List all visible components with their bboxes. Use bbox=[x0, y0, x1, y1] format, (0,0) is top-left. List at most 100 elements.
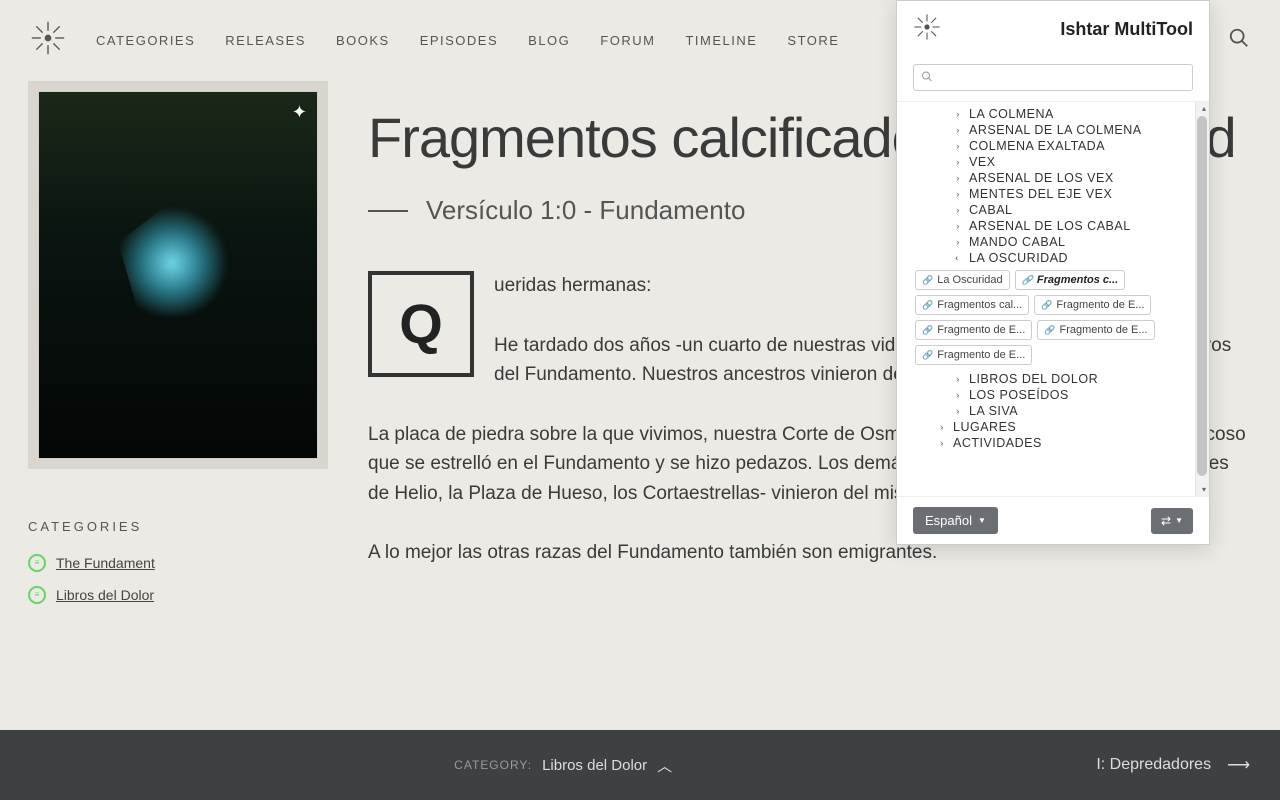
tree-item-label: LA OSCURIDAD bbox=[969, 251, 1068, 265]
chip-item[interactable]: 🔗Fragmento de E... bbox=[1034, 295, 1151, 315]
tree-item-label: LIBROS DEL DOLOR bbox=[969, 372, 1098, 386]
extension-panel: Ishtar MultiTool ▴ ▾ ›LA COLMENA›ARSENAL… bbox=[896, 0, 1210, 545]
nav-episodes[interactable]: EPISODES bbox=[420, 33, 498, 48]
chevron-right-icon: › bbox=[953, 125, 963, 135]
tree-item[interactable]: › VEX bbox=[897, 154, 1209, 170]
category-item-libros[interactable]: ≡ Libros del Dolor bbox=[28, 586, 328, 604]
link-icon: 🔗 bbox=[922, 300, 933, 311]
tree-item[interactable]: ›ARSENAL DE LOS VEX bbox=[897, 170, 1209, 186]
tree-item-label: VEX bbox=[969, 155, 996, 169]
subtitle: Versículo 1:0 - Fundamento bbox=[426, 195, 745, 226]
category-item-fundament[interactable]: ≡ The Fundament bbox=[28, 554, 328, 572]
category-icon: ≡ bbox=[28, 586, 46, 604]
tree-item-label: ARSENAL DE LA COLMENA bbox=[969, 123, 1142, 137]
tree-item[interactable]: ›ACTIVIDADES bbox=[897, 435, 1209, 451]
category-list: ≡ The Fundament ≡ Libros del Dolor bbox=[28, 554, 328, 604]
chevron-right-icon: › bbox=[953, 157, 963, 167]
chevron-down-icon: ⌄ bbox=[953, 253, 964, 263]
tree-item-label: LOS POSEÍDOS bbox=[969, 388, 1069, 402]
tree-item-label: MENTES DEL EJE VEX bbox=[969, 187, 1112, 201]
link-icon: 🔗 bbox=[1044, 325, 1055, 336]
nav-forum[interactable]: FORUM bbox=[600, 33, 655, 48]
ext-header: Ishtar MultiTool bbox=[897, 1, 1209, 58]
category-label: Libros del Dolor bbox=[56, 587, 154, 603]
chevron-right-icon: › bbox=[953, 406, 963, 416]
chip-item[interactable]: 🔗 Fragmentos cal... bbox=[915, 295, 1029, 315]
dropcap: Q bbox=[368, 271, 474, 377]
tree-item-label: CABAL bbox=[969, 203, 1013, 217]
tree-item[interactable]: › LIBROS DEL DOLOR bbox=[897, 371, 1209, 387]
category-value: Libros del Dolor bbox=[542, 757, 647, 774]
ext-tree[interactable]: ▴ ▾ ›LA COLMENA›ARSENAL DE LA COLMENA›CO… bbox=[897, 101, 1209, 496]
chip-item[interactable]: 🔗La Oscuridad bbox=[915, 270, 1010, 290]
tree-item[interactable]: › CABAL bbox=[897, 202, 1209, 218]
chevron-right-icon: › bbox=[953, 390, 963, 400]
chevron-right-icon: › bbox=[953, 141, 963, 151]
ext-footer: Español ▼ ⇄ ▼ bbox=[897, 496, 1209, 544]
next-label: I: Depredadores bbox=[1096, 756, 1211, 774]
subtitle-dash-icon bbox=[368, 210, 408, 212]
nav-store[interactable]: STORE bbox=[787, 33, 839, 48]
nav-blog[interactable]: BLOG bbox=[528, 33, 570, 48]
scroll-arrow-up-icon[interactable]: ▴ bbox=[1202, 104, 1206, 113]
scrollbar-track[interactable]: ▴ ▾ bbox=[1195, 102, 1209, 496]
chip-label: Fragmento de E... bbox=[1059, 324, 1147, 336]
tree-item[interactable]: › LOS POSEÍDOS bbox=[897, 387, 1209, 403]
tree-item[interactable]: › ARSENAL DE LA COLMENA bbox=[897, 122, 1209, 138]
link-icon: 🔗 bbox=[922, 275, 933, 286]
ext-logo-icon bbox=[913, 13, 941, 46]
chip-item[interactable]: 🔗 Fragmento de E... bbox=[915, 345, 1032, 365]
ext-title: Ishtar MultiTool bbox=[1060, 19, 1193, 40]
scrollbar-thumb[interactable] bbox=[1197, 116, 1207, 476]
bottom-category[interactable]: CATEGORY: Libros del Dolor ︿ bbox=[454, 755, 672, 776]
link-icon: 🔗 bbox=[922, 350, 933, 361]
bottom-bar: CATEGORY: Libros del Dolor ︿ I: Depredad… bbox=[0, 730, 1280, 800]
chevron-right-icon: › bbox=[953, 173, 963, 183]
nav-releases[interactable]: RELEASES bbox=[225, 33, 306, 48]
chevron-right-icon: › bbox=[953, 109, 963, 119]
chevron-right-icon: › bbox=[937, 422, 947, 432]
translate-button[interactable]: ⇄ ▼ bbox=[1151, 508, 1193, 534]
tree-item-label: MANDO CABAL bbox=[969, 235, 1066, 249]
ext-search bbox=[913, 64, 1193, 91]
tree-item[interactable]: › LA SIVA bbox=[897, 403, 1209, 419]
language-label: Español bbox=[925, 513, 972, 528]
language-button[interactable]: Español ▼ bbox=[913, 507, 998, 534]
ext-search-input[interactable] bbox=[913, 64, 1193, 91]
tree-item[interactable]: › MANDO CABAL bbox=[897, 234, 1209, 250]
chevron-right-icon: › bbox=[953, 374, 963, 384]
nav-categories[interactable]: CATEGORIES bbox=[96, 33, 195, 48]
chevron-right-icon: › bbox=[953, 205, 963, 215]
chip-item[interactable]: 🔗Fragmento de E... bbox=[915, 320, 1032, 340]
chip-label: Fragmento de E... bbox=[1056, 299, 1144, 311]
chip-label: Fragmentos cal... bbox=[937, 299, 1022, 311]
tree-item[interactable]: ›MENTES DEL EJE VEX bbox=[897, 186, 1209, 202]
chevron-right-icon: › bbox=[953, 237, 963, 247]
chip-item[interactable]: 🔗 Fragmento de E... bbox=[1037, 320, 1154, 340]
caret-down-icon: ▼ bbox=[1175, 516, 1183, 525]
card-symbol-icon: ✦ bbox=[292, 102, 307, 123]
chip-container: 🔗La Oscuridad🔗Fragmentos c... 🔗 Fragmentos… bbox=[897, 266, 1209, 371]
tree-item-label: LA SIVA bbox=[969, 404, 1018, 418]
chip-label: Fragmento de E... bbox=[937, 324, 1025, 336]
tree-item-label: LUGARES bbox=[953, 420, 1016, 434]
chevron-up-icon[interactable]: ︿ bbox=[657, 755, 672, 776]
nav-books[interactable]: BOOKS bbox=[336, 33, 390, 48]
tree-item[interactable]: ›LA COLMENA bbox=[897, 106, 1209, 122]
tree-item[interactable]: ›ARSENAL DE LOS CABAL bbox=[897, 218, 1209, 234]
nav-timeline[interactable]: TIMELINE bbox=[685, 33, 757, 48]
search-icon bbox=[921, 70, 933, 85]
chip-label: Fragmento de E... bbox=[937, 349, 1025, 361]
search-button[interactable] bbox=[1228, 27, 1250, 54]
scroll-arrow-down-icon[interactable]: ▾ bbox=[1202, 485, 1206, 494]
site-logo-icon[interactable] bbox=[30, 20, 66, 61]
chip-item[interactable]: 🔗Fragmentos c... bbox=[1015, 270, 1126, 290]
chevron-right-icon: › bbox=[937, 438, 947, 448]
chevron-right-icon: › bbox=[953, 221, 963, 231]
tree-item-label: COLMENA EXALTADA bbox=[969, 139, 1105, 153]
tree-item[interactable]: › COLMENA EXALTADA bbox=[897, 138, 1209, 154]
next-link[interactable]: I: Depredadores ⟶ bbox=[1096, 755, 1250, 775]
tree-item[interactable]: › LUGARES bbox=[897, 419, 1209, 435]
tree-item[interactable]: ⌄ LA OSCURIDAD bbox=[897, 250, 1209, 266]
category-label-text: CATEGORY: bbox=[454, 758, 532, 772]
